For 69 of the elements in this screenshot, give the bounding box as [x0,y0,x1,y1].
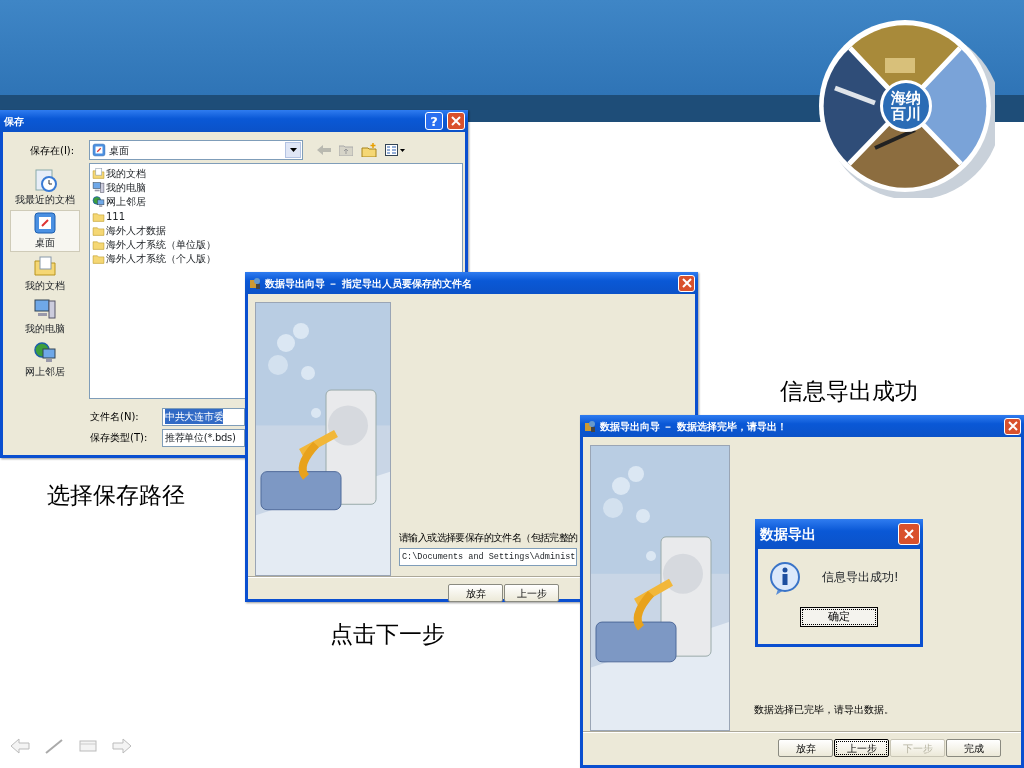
wizard-button[interactable]: 上一步 [834,739,889,757]
wizard-icon [584,420,596,432]
logo-text: 百川 [891,106,921,122]
wizard-icon [249,277,261,289]
path-field[interactable]: C:\Documents and Settings\Administ [399,548,577,566]
caret-icon [289,148,297,152]
close-button[interactable] [678,274,695,292]
caption: 点击下一步 [330,620,445,649]
places-item[interactable]: 网上邻居 [10,339,80,381]
folder-icon [92,252,105,266]
close-icon [1007,421,1018,431]
close-icon [681,278,692,288]
places-item[interactable]: 我的文档 [10,253,80,295]
clock-icon [33,168,57,193]
close-icon [451,116,461,126]
forward-arrow-icon[interactable] [112,738,132,754]
pen-icon[interactable] [44,738,64,754]
file-name[interactable]: 海外人才系统（单位版） [106,237,216,253]
places-item[interactable]: 我的电脑 [10,296,80,338]
dropdown-value: 桌面 [109,143,129,158]
file-name[interactable]: 海外人才系统（个人版） [106,251,216,267]
window-title: 数据导出向导 － 数据选择完毕，请导出！ [600,419,788,434]
file-name[interactable]: 111 [106,208,126,224]
menu-icon[interactable] [78,738,98,754]
close-button[interactable] [447,112,465,130]
file-name[interactable]: 我的文档 [106,165,146,181]
dialog-title: 数据导出 [760,524,816,544]
field-label: 文件名(N): [89,410,140,424]
message-text: 信息导出成功! [822,569,899,587]
wizard-button[interactable]: 完成 [946,739,1001,757]
help-button[interactable]: ? [425,112,443,130]
folder-up-icon[interactable] [339,144,353,156]
network-icon [33,340,57,365]
folder-icon [92,166,105,180]
prompt-text: 请输入或选择要保存的文件名（包括完整的 [399,531,578,545]
status-text: 数据选择已完毕，请导出数据。 [754,703,894,717]
places-item[interactable]: 桌面 [10,210,80,252]
close-icon [904,529,914,539]
computer-icon [33,297,57,322]
wizard-button[interactable]: 放弃 [778,739,833,757]
network-icon [92,195,105,209]
info-icon [768,561,802,595]
desktop-icon [92,143,106,157]
places-item[interactable]: 我最近的文档 [10,167,80,209]
wizard-button[interactable]: 放弃 [448,584,503,602]
back-arrow-icon[interactable] [10,738,30,754]
look-in-dropdown[interactable]: 桌面 [89,140,303,160]
wizard-button[interactable]: 上一步 [504,584,559,602]
ok-button[interactable]: 确定 [800,607,878,627]
folder-icon [92,238,105,252]
logo-text: 海纳 [891,90,921,106]
look-in-label: 保存在(I): [30,143,76,158]
caption: 选择保存路径 [47,481,185,510]
new-folder-icon[interactable] [361,143,377,157]
back-arrow-icon[interactable] [317,144,331,156]
file-name[interactable]: 我的电脑 [106,179,146,195]
file-name[interactable]: 网上邻居 [106,194,146,210]
desktop-icon [33,211,57,236]
computer-icon [92,180,105,194]
field-label: 保存类型(T): [89,431,149,445]
file-type-dropdown[interactable]: 推荐单位(*.bds) [162,428,245,447]
filename-field[interactable]: 中共大连市委 [162,407,245,426]
close-button[interactable] [898,523,920,545]
view-menu-icon[interactable] [385,144,405,156]
caption: 信息导出成功 [780,377,918,406]
folder-icon [33,254,57,279]
window-title: 保存 [4,114,25,129]
file-name[interactable]: 海外人才数据 [106,222,166,238]
close-button[interactable] [1004,417,1021,435]
